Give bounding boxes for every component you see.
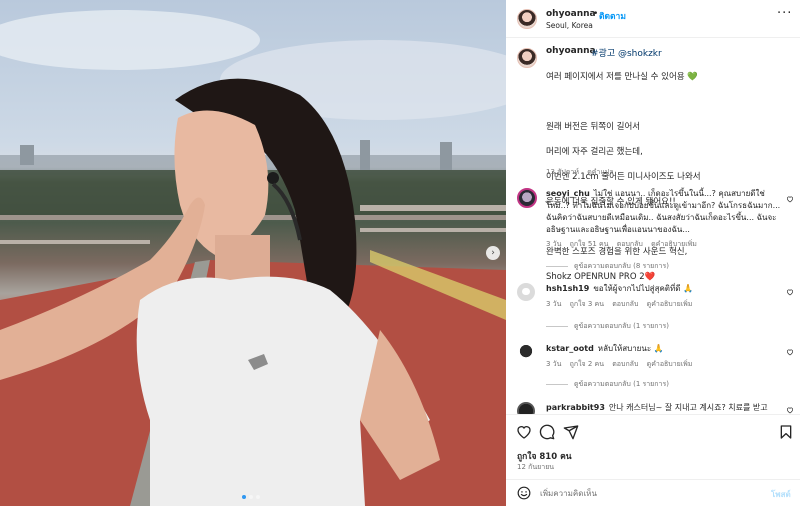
comment-meta: 3 วัน ถูกใจ 51 คน ตอบกลับ ดูคำอธิบายเพิ่…: [546, 239, 703, 250]
photo-illustration: [0, 10, 506, 506]
share-send-icon[interactable]: [563, 424, 579, 440]
comment-like-count[interactable]: ถูกใจ 3 คน: [570, 300, 604, 308]
comment-like-count[interactable]: ถูกใจ 51 คน: [570, 240, 609, 248]
like-comment-icon[interactable]: [786, 348, 794, 356]
caption-line: 머리에 자주 걸리곤 했는데,: [546, 146, 643, 157]
author-username[interactable]: ohyoanna: [546, 9, 596, 19]
view-replies-text[interactable]: ดูข้อความตอบกลับ (8 รายการ): [574, 262, 669, 270]
comment-text: 안나 캐스터님~ 잘 지내고 계시죠? 치료를 받고: [608, 403, 768, 412]
next-photo-button[interactable]: ›: [486, 246, 500, 260]
view-replies-text[interactable]: ดูข้อความตอบกลับ (1 รายการ): [574, 380, 669, 388]
see-translation-link[interactable]: ดูคำแปล: [587, 168, 613, 176]
add-comment-input[interactable]: [540, 485, 755, 501]
caption-line: 여러 페이지에서 저를 만나실 수 있어용 💚: [546, 71, 698, 82]
comment-meta: 3 วัน ถูกใจ 3 คน ตอบกลับ ดูคำอธิบายเพิ่ม: [546, 299, 698, 310]
view-replies-link[interactable]: ดูข้อความตอบกลับ (8 รายการ): [546, 261, 669, 272]
post-header: ohyoanna • ติดตาม Seoul, Korea ···: [506, 0, 800, 38]
comment-composer: โพสต์: [506, 479, 800, 506]
caption-line: [546, 96, 786, 109]
comment-age: 3 วัน: [546, 240, 562, 248]
replies-line: [546, 265, 568, 267]
caption-line: 원래 버전은 뒤쪽이 길어서: [546, 121, 641, 132]
view-replies-text[interactable]: ดูข้อความตอบกลับ (1 รายการ): [574, 322, 669, 330]
comment-translate-link[interactable]: ดูคำอธิบายเพิ่ม: [651, 240, 697, 248]
caption-line: Shokz OPENRUN PRO 2❤️: [546, 271, 656, 282]
commenter-username[interactable]: kstar_ootd: [546, 344, 594, 353]
commenter-username[interactable]: seoyi_chu: [546, 189, 590, 198]
comment-meta: 3 วัน ถูกใจ 2 คน ตอบกลับ ดูคำอธิบายเพิ่ม: [546, 359, 698, 370]
reply-button[interactable]: ตอบกลับ: [612, 360, 638, 368]
post-actions: ถูกใจ 810 คน 12 กันยายน โพสต์: [506, 414, 800, 504]
commenter-username[interactable]: hsh1sh19: [546, 284, 589, 293]
comment-translate-link[interactable]: ดูคำอธิบายเพิ่ม: [647, 300, 693, 308]
separator-dot: •: [593, 9, 599, 19]
view-replies-link[interactable]: ดูข้อความตอบกลับ (1 รายการ): [546, 379, 669, 390]
commenter-username[interactable]: parkrabbit93: [546, 403, 605, 412]
carousel-dot-1: [242, 495, 246, 499]
replies-line: [546, 325, 568, 327]
save-bookmark-icon[interactable]: [778, 424, 794, 440]
reply-button[interactable]: ตอบกลับ: [617, 240, 643, 248]
comment-body: parkrabbit93 안나 캐스터님~ 잘 지내고 계시죠? 치료를 받고: [546, 402, 782, 414]
post-location[interactable]: Seoul, Korea: [546, 21, 593, 30]
comment-item: parkrabbit93 안나 캐스터님~ 잘 지내고 계시죠? 치료를 받고: [506, 402, 800, 414]
like-heart-icon[interactable]: [516, 424, 532, 440]
emoji-icon[interactable]: [517, 486, 531, 500]
commenter-avatar[interactable]: [517, 188, 537, 208]
view-replies-link[interactable]: ดูข้อความตอบกลับ (1 รายการ): [546, 321, 669, 332]
comment-translate-link[interactable]: ดูคำอธิบายเพิ่ม: [647, 360, 693, 368]
comment-text: หลับให้สบายนะ 🙏: [597, 344, 664, 353]
post-side-panel: ohyoanna • ติดตาม Seoul, Korea ··· ohyoa…: [506, 0, 800, 506]
reply-button[interactable]: ตอบกลับ: [612, 300, 638, 308]
like-comment-icon[interactable]: [786, 288, 794, 296]
like-count[interactable]: ถูกใจ 810 คน: [517, 449, 572, 463]
carousel-dot-3: [256, 495, 260, 499]
like-comment-icon[interactable]: [786, 195, 794, 203]
caption-meta: 13 สัปดาห์ ดูคำแปล: [546, 167, 620, 178]
comment-bubble-icon[interactable]: [539, 424, 555, 440]
more-options-icon[interactable]: ···: [777, 6, 792, 21]
follow-button[interactable]: ติดตาม: [599, 9, 626, 23]
caption-age: 13 สัปดาห์: [546, 168, 579, 176]
post-photo[interactable]: ›: [0, 0, 506, 506]
comment-body: kstar_ootd หลับให้สบายนะ 🙏: [546, 343, 782, 355]
comment-like-count[interactable]: ถูกใจ 2 คน: [570, 360, 604, 368]
commenter-avatar[interactable]: [517, 343, 535, 361]
like-comment-icon[interactable]: [786, 406, 794, 414]
caption-avatar[interactable]: [517, 48, 537, 68]
commenter-avatar[interactable]: [517, 283, 535, 301]
post-comment-button[interactable]: โพสต์: [771, 488, 791, 501]
comment-age: 3 วัน: [546, 360, 562, 368]
carousel-dots: [242, 495, 260, 499]
replies-line: [546, 383, 568, 385]
carousel-dot-2: [249, 495, 253, 499]
comment-body: seoyi_chu ไม่ใช่ แอนนา.. เก็ดอะไรขึ้นในนี…: [546, 188, 782, 236]
comment-age: 3 วัน: [546, 300, 562, 308]
caption-username[interactable]: ohyoanna: [546, 46, 596, 56]
author-avatar[interactable]: [517, 9, 537, 29]
commenter-avatar[interactable]: [517, 402, 535, 414]
comment-body: hsh1sh19 ขอให้ผู้จากไปไปสู่สุคติที่ดี 🙏: [546, 283, 782, 295]
post-date: 12 กันยายน: [517, 463, 555, 471]
comment-text: ขอให้ผู้จากไปไปสู่สุคติที่ดี 🙏: [593, 284, 693, 293]
